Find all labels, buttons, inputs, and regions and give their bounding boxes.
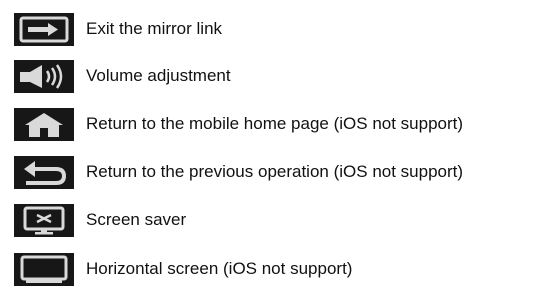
list-item-label: Return to the previous operation (iOS no… <box>86 162 464 181</box>
list-item-horizontal-screen: Horizontal screen (iOS not support) <box>0 246 542 292</box>
horizontal-screen-icon <box>14 253 74 286</box>
list-item-back: Return to the previous operation (iOS no… <box>0 149 542 195</box>
volume-icon <box>14 60 74 93</box>
back-arrow-icon <box>14 156 74 189</box>
list-item-label: Screen saver <box>86 210 187 229</box>
list-item-home: Return to the mobile home page (iOS not … <box>0 101 542 147</box>
home-icon <box>14 108 74 141</box>
list-item-volume: Volume adjustment <box>0 53 542 99</box>
list-item-exit-mirror-link: Exit the mirror link <box>0 6 542 52</box>
screen-saver-icon <box>14 204 74 237</box>
list-item-label: Exit the mirror link <box>86 19 223 38</box>
exit-mirror-link-icon <box>14 13 74 46</box>
list-item-label: Return to the mobile home page (iOS not … <box>86 114 464 133</box>
list-item-screen-saver: Screen saver <box>0 197 542 243</box>
list-item-label: Horizontal screen (iOS not support) <box>86 259 353 278</box>
list-item-label: Volume adjustment <box>86 66 231 85</box>
